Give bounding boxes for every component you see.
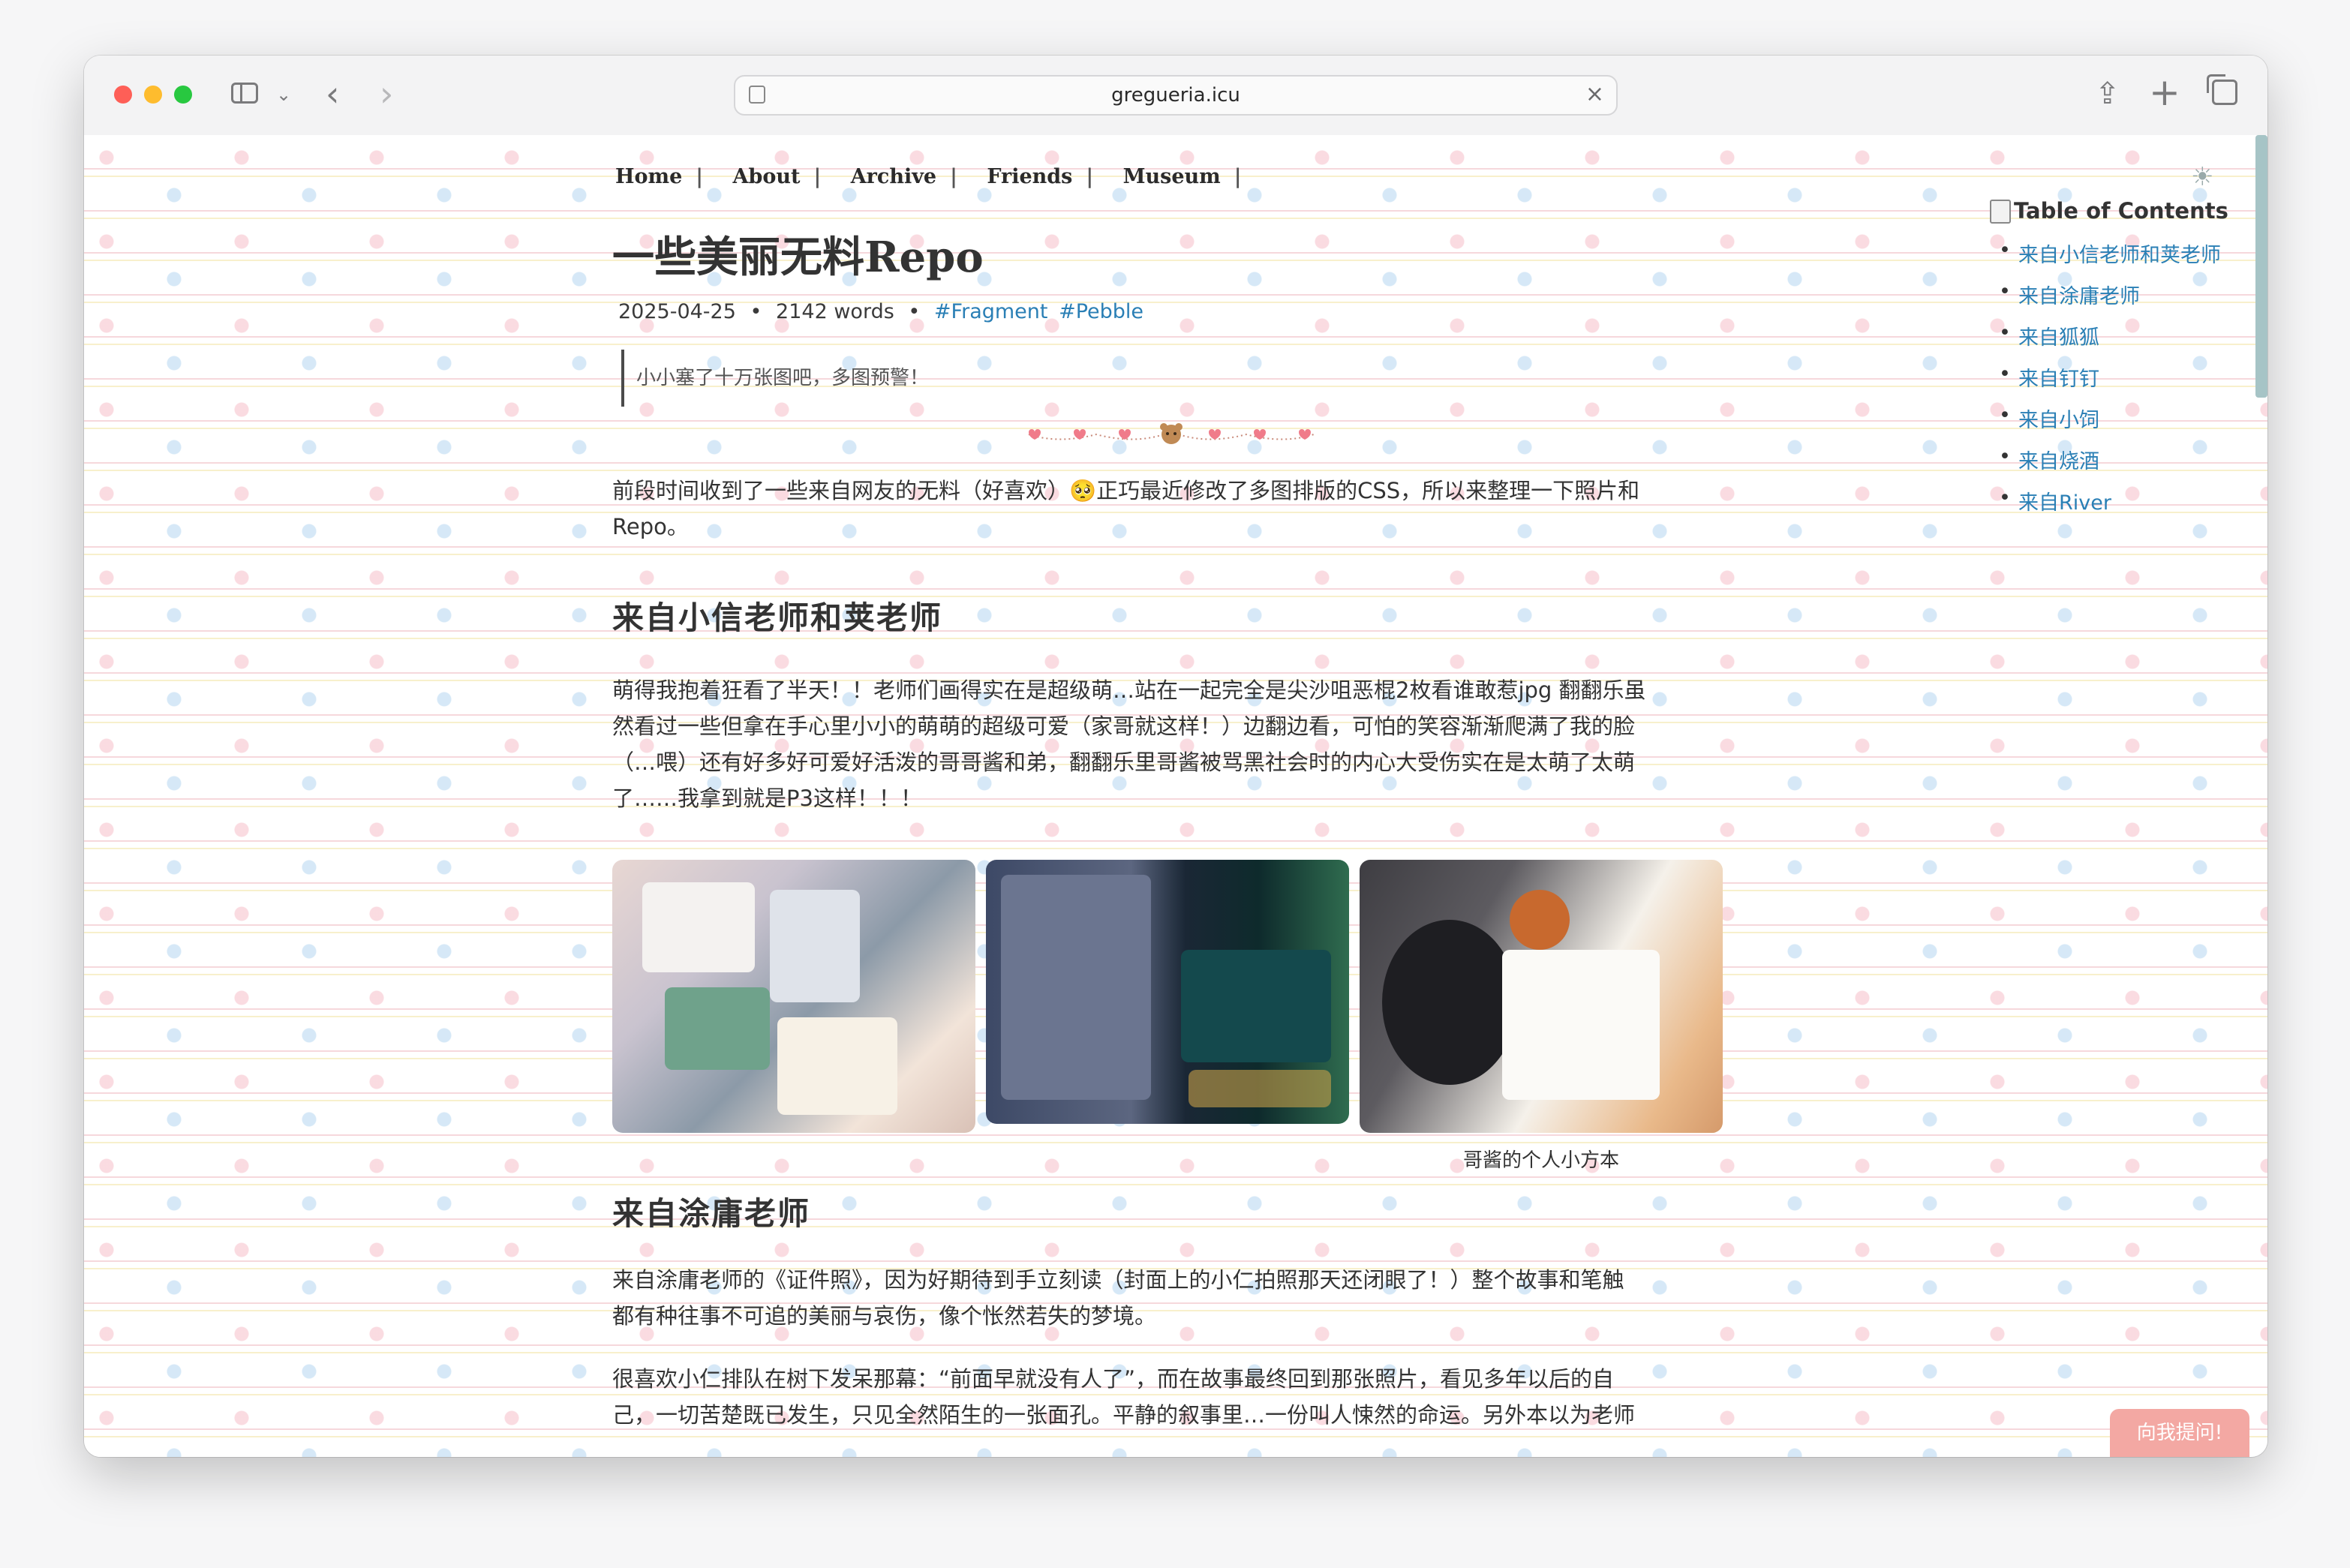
toc-item[interactable]: 来自烧酒	[1999, 445, 2099, 474]
nav-separator: |	[1086, 165, 1094, 188]
nav-friends[interactable]: Friends	[987, 165, 1072, 188]
scrollbar-thumb[interactable]	[2255, 135, 2267, 398]
paragraph-line: 萌得我抱着狂看了半天！！老师们画得实在是超级萌…站在一起完全是尖沙咀恶棍2枚看谁…	[612, 677, 1646, 703]
nav-separator: |	[1234, 165, 1242, 188]
toc-item[interactable]: 来自狐狐	[1999, 321, 2099, 350]
nav-separator: |	[696, 165, 704, 188]
ask-me-button[interactable]: 向我提问!	[2110, 1409, 2249, 1457]
toc-item[interactable]: 来自River	[1999, 486, 2111, 515]
tag-pebble[interactable]: #Pebble	[1059, 300, 1143, 323]
intro-line: Repo。	[612, 514, 689, 539]
post-title: 一些美丽无料Repo	[612, 233, 984, 282]
paragraph-line: （…喂）还有好多好可爱好活泼的哥哥酱和弟，翻翻乐里哥酱被骂黑社会时的内心大受伤实…	[612, 749, 1636, 775]
new-tab-icon[interactable]: +	[2149, 71, 2180, 114]
nav-separator: |	[950, 165, 957, 188]
post-date: 2025-04-25	[618, 300, 736, 323]
paragraph-line: 了……我拿到就是P3这样！！！	[612, 786, 922, 811]
paragraph-line: 很喜欢小仁排队在树下发呆那幕：“前面早就没有人了”，而在故事最终回到那张照片，看…	[612, 1366, 1615, 1392]
photo-detail	[770, 890, 860, 1002]
nav-home[interactable]: Home	[615, 165, 682, 188]
page-viewport[interactable]: Home | About | Archive | Friends | Museum | ☀…	[84, 135, 2267, 1457]
scrollbar[interactable]	[2255, 135, 2267, 1457]
heart-icon	[1119, 429, 1131, 440]
photo-pingu-plush[interactable]	[1360, 860, 1723, 1133]
photo-detail	[1382, 920, 1517, 1085]
toc-title: Table of Contents	[2014, 198, 2228, 224]
paragraph-line: 都有种往事不可追的美丽与哀伤，像个怅然若失的梦境。	[612, 1303, 1157, 1329]
section2-paragraph-2: 很喜欢小仁排队在树下发呆那幕：“前面早就没有人了”，而在故事最终回到那张照片，看…	[612, 1361, 1738, 1433]
theme-toggle-sun-icon[interactable]: ☀	[2191, 162, 2213, 192]
image-caption: 哥酱的个人小方本	[1462, 1149, 1619, 1172]
minimize-window-button[interactable]	[144, 86, 162, 104]
photo-stickers-cards[interactable]	[612, 860, 975, 1133]
heart-icon	[1029, 429, 1041, 440]
close-window-button[interactable]	[114, 86, 132, 104]
url-text[interactable]: gregueria.icu	[735, 84, 1616, 107]
section2-paragraph-1: 来自涂庸老师的《证件照》，因为好期待到手立刻读（封面上的小仁拍照那天还闭眼了！）…	[612, 1262, 1738, 1334]
section1-paragraph: 萌得我抱着狂看了半天！！老师们画得实在是超级萌…站在一起完全是尖沙咀恶棍2枚看谁…	[612, 672, 1738, 816]
share-icon[interactable]: ⇪	[2095, 77, 2120, 111]
section-heading-2: 来自涂庸老师	[612, 1195, 811, 1232]
nav-about[interactable]: About	[733, 165, 801, 188]
nav-separator: |	[813, 165, 822, 188]
sidebar-toggle-icon[interactable]	[231, 83, 258, 104]
paragraph-line: 然看过一些但拿在手心里小小的萌萌的超级可爱（家哥就这样！）边翻边看，可怕的笑容渐…	[612, 713, 1636, 739]
zoom-window-button[interactable]	[174, 86, 192, 104]
clear-icon[interactable]: ×	[1585, 81, 1604, 107]
heart-icon	[1209, 429, 1221, 440]
site-nav: Home | About | Archive | Friends | Museum |	[615, 165, 1264, 188]
toc-item[interactable]: 来自小信老师和荚老师	[1999, 239, 2221, 268]
toc-item[interactable]: 来自小饲	[1999, 404, 2099, 433]
photo-detail	[1001, 875, 1151, 1100]
photo-detail	[1510, 890, 1570, 950]
forward-arrow-icon[interactable]: ›	[380, 74, 393, 114]
browser-toolbar: ⌄ ‹ › gregueria.icu × ⇪ +	[84, 56, 2267, 136]
toc-item[interactable]: 来自钉钉	[1999, 362, 2099, 392]
back-arrow-icon[interactable]: ‹	[326, 74, 339, 114]
nav-museum[interactable]: Museum	[1123, 165, 1221, 188]
chevron-down-icon[interactable]: ⌄	[276, 84, 291, 105]
heart-icon	[1299, 429, 1311, 440]
photo-detail	[1189, 1070, 1331, 1107]
paragraph-line: 己，一切苦楚既已发生，只见全然陌生的一张面孔。平静的叙事里…一份叫人悚然的命运。…	[612, 1402, 1636, 1428]
photo-detail	[1181, 950, 1331, 1062]
photo-detail	[1502, 950, 1660, 1100]
photo-detail	[665, 987, 770, 1070]
meta-dot: •	[908, 300, 921, 323]
toc-item[interactable]: 来自涂庸老师	[1999, 280, 2140, 309]
post-meta: 2025-04-25 • 2142 words • #Fragment #Peb…	[618, 300, 1143, 323]
browser-window: ⌄ ‹ › gregueria.icu × ⇪ + Home | About | A…	[84, 56, 2267, 1457]
heart-icon	[1074, 429, 1086, 440]
address-bar[interactable]: gregueria.icu ×	[734, 75, 1618, 116]
intro-paragraph: 前段时间收到了一些来自网友的无料（好喜欢）🥺正巧最近修改了多图排版的CSS，所以…	[612, 473, 1738, 545]
paragraph-line: 来自涂庸老师的《证件照》，因为好期待到手立刻读（封面上的小仁拍照那天还闭眼了！）…	[612, 1267, 1624, 1293]
intro-line: 前段时间收到了一些来自网友的无料（好喜欢）🥺正巧最近修改了多图排版的CSS，所以…	[612, 478, 1640, 503]
document-icon	[1990, 200, 2011, 224]
tag-fragment[interactable]: #Fragment	[934, 300, 1048, 323]
nav-archive[interactable]: Archive	[851, 165, 936, 188]
photo-illustration-jumbo[interactable]	[986, 860, 1349, 1124]
heart-bear-divider	[1028, 423, 1315, 444]
tab-overview-icon[interactable]	[2207, 74, 2237, 105]
photo-detail	[777, 1017, 897, 1115]
meta-dot: •	[750, 300, 762, 323]
post-blockquote: 小小塞了十万张图吧，多图预警！	[621, 350, 929, 407]
post-word-count: 2142 words	[776, 300, 894, 323]
photo-detail	[642, 882, 755, 972]
section-heading-1: 来自小信老师和荚老师	[612, 599, 943, 636]
